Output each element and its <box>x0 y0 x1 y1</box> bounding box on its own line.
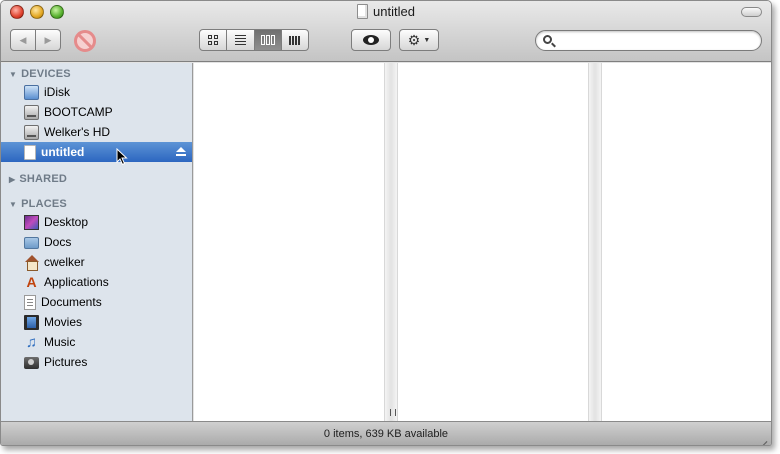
column-view-button[interactable] <box>254 29 282 51</box>
sidebar-item-music[interactable]: ♫ Music <box>1 332 192 352</box>
forward-button[interactable]: ▶ <box>36 29 61 51</box>
sidebar-item-movies[interactable]: Movies <box>1 312 192 332</box>
icon-view-button[interactable] <box>199 29 228 51</box>
drive-icon <box>24 124 39 140</box>
eject-icon[interactable] <box>176 147 186 157</box>
column-view-icon <box>260 35 275 45</box>
sidebar-item-label: BOOTCAMP <box>44 105 113 119</box>
drive-icon <box>24 104 39 120</box>
list-view-icon <box>234 35 246 45</box>
browser-column-2[interactable] <box>398 63 588 421</box>
places-header-label: PLACES <box>21 198 67 210</box>
sidebar-item-untitled[interactable]: untitled <box>1 142 192 162</box>
list-view-button[interactable] <box>227 29 255 51</box>
eye-icon <box>363 35 379 45</box>
action-menu-button[interactable]: ⚙ ▼ <box>399 29 439 51</box>
sidebar-item-label: Applications <box>44 275 109 289</box>
back-arrow-icon: ◀ <box>19 34 27 45</box>
cover-flow-view-button[interactable] <box>281 29 309 51</box>
back-forward-group: ◀ ▶ <box>10 29 61 51</box>
sidebar-item-label: Documents <box>41 295 102 309</box>
browser-column-3[interactable] <box>602 63 771 421</box>
folder-icon <box>24 237 39 249</box>
sidebar-item-cwelker[interactable]: cwelker <box>1 252 192 272</box>
sidebar-item-label: Docs <box>44 235 72 249</box>
column-browser <box>194 63 771 421</box>
sidebar-item-label: Music <box>44 335 76 349</box>
title-bar: untitled <box>1 4 771 22</box>
sidebar-item-desktop[interactable]: Desktop <box>1 212 192 232</box>
applications-icon: A <box>26 273 37 290</box>
sidebar-item-label: Welker's HD <box>44 125 111 139</box>
finder-window: untitled ◀ ▶ ⚙ ▼ ▼ DEVICES iDisk BOOTCAM… <box>0 0 772 446</box>
sidebar-item-label: cwelker <box>44 255 85 269</box>
sidebar-item-bootcamp[interactable]: BOOTCAMP <box>1 102 192 122</box>
home-icon <box>24 254 39 271</box>
column-resize-handle[interactable] <box>390 409 396 416</box>
sidebar-item-label: iDisk <box>44 85 70 99</box>
sidebar-item-welkers-hd[interactable]: Welker's HD <box>1 122 192 142</box>
search-field[interactable] <box>535 30 762 51</box>
disclosure-open-icon: ▼ <box>9 69 18 79</box>
desktop-icon <box>24 214 39 230</box>
sidebar-item-label: untitled <box>41 145 85 159</box>
back-button[interactable]: ◀ <box>10 29 36 51</box>
sidebar-item-idisk[interactable]: iDisk <box>1 82 192 102</box>
sidebar-item-applications[interactable]: A Applications <box>1 272 192 292</box>
disclosure-open-icon: ▼ <box>9 199 18 209</box>
forward-arrow-icon: ▶ <box>44 34 52 45</box>
devices-header[interactable]: ▼ DEVICES <box>9 66 71 82</box>
status-text: 0 items, 639 KB available <box>323 428 449 440</box>
places-header[interactable]: ▼ PLACES <box>9 196 67 212</box>
toolbar-toggle-button[interactable] <box>741 7 762 17</box>
sidebar-item-pictures[interactable]: Pictures <box>1 352 192 372</box>
status-bar: 0 items, 639 KB available <box>1 421 771 445</box>
pictures-icon <box>24 357 39 369</box>
volume-icon <box>24 144 36 160</box>
column-divider[interactable] <box>384 63 398 421</box>
chevron-down-icon: ▼ <box>423 36 431 44</box>
cover-flow-icon <box>289 35 301 45</box>
sidebar-item-label: Movies <box>44 315 83 329</box>
gear-icon: ⚙ <box>407 32 421 48</box>
quick-look-button[interactable] <box>351 29 391 51</box>
idisk-icon <box>24 84 39 100</box>
movies-icon <box>24 314 39 330</box>
search-input[interactable] <box>558 33 753 48</box>
no-entry-icon <box>74 30 96 52</box>
browser-column-1[interactable] <box>194 63 384 421</box>
sidebar: ▼ DEVICES iDisk BOOTCAMP Welker's HD unt… <box>1 63 193 421</box>
disclosure-closed-icon: ▶ <box>9 174 16 184</box>
toolbar: untitled ◀ ▶ ⚙ ▼ <box>1 1 771 62</box>
devices-header-label: DEVICES <box>21 68 71 80</box>
resize-grip-icon[interactable] <box>756 432 768 445</box>
shared-header-label: SHARED <box>19 173 68 185</box>
sidebar-item-label: Desktop <box>44 215 89 229</box>
sidebar-item-label: Pictures <box>44 355 88 369</box>
column-divider[interactable] <box>588 63 602 421</box>
documents-icon <box>24 294 36 310</box>
sidebar-item-documents[interactable]: Documents <box>1 292 192 312</box>
window-title: untitled <box>373 4 415 19</box>
search-icon <box>543 35 552 44</box>
volume-proxy-icon[interactable] <box>357 4 369 19</box>
icon-view-icon <box>208 35 219 45</box>
shared-header[interactable]: ▶ SHARED <box>9 171 67 187</box>
music-icon: ♫ <box>25 333 38 351</box>
view-mode-group <box>199 29 309 51</box>
sidebar-item-docs[interactable]: Docs <box>1 232 192 252</box>
